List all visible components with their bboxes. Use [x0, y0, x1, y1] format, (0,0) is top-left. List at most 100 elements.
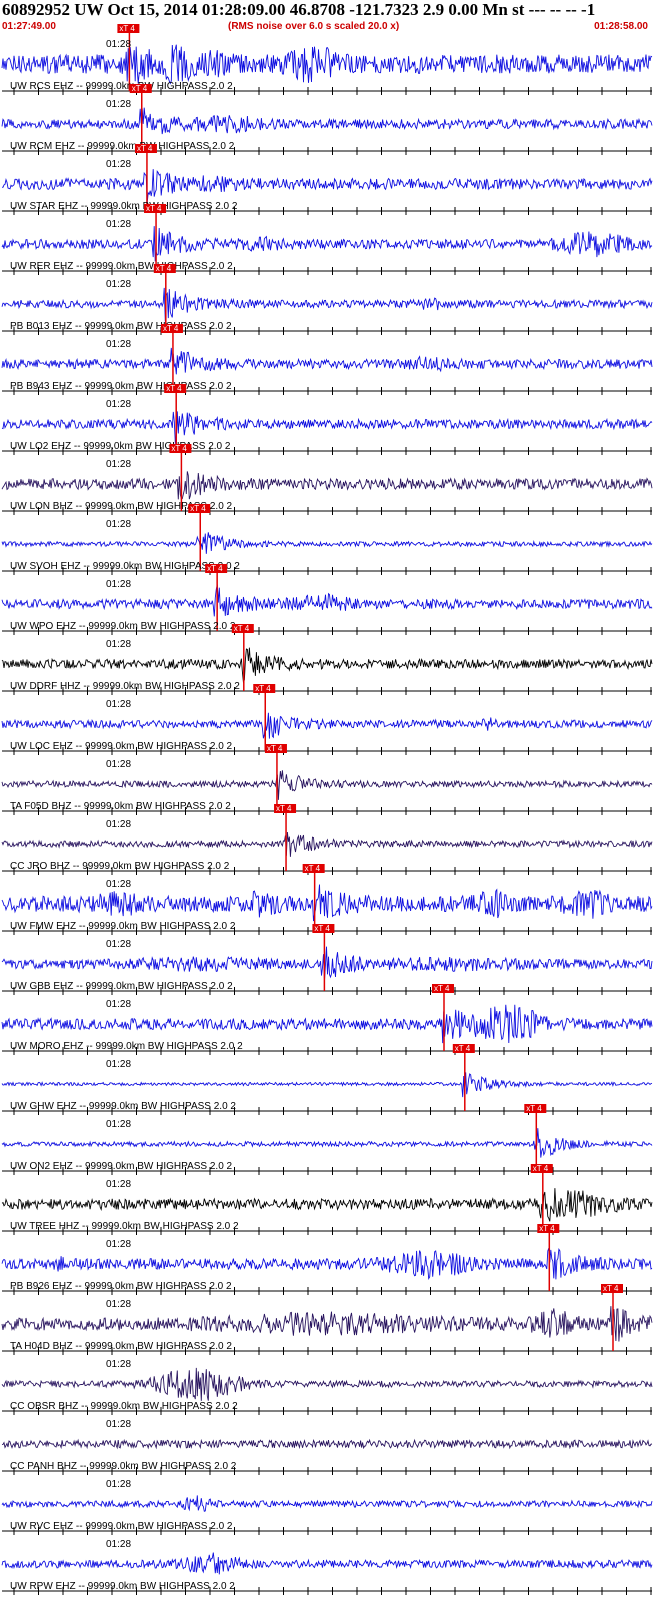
- trace-uw-ghw-ehz: xT 4 01:28 UW GHW EHZ -- 99999.0km BW HIGH…: [1, 1044, 653, 1115]
- trace-uw-ddrf-hhz: xT 4 01:28 UW DDRF HHZ -- 99999.0km BW HIG…: [1, 624, 653, 695]
- trace-label: UW ON2 EHZ -- 99999.0km BW HIGHPASS 2.0 …: [10, 1161, 233, 1172]
- pick-label: xT 4: [163, 324, 179, 333]
- trace-label: TA F05D BHZ -- 99999.0km BW HIGHPASS 2.0…: [10, 801, 231, 812]
- waveform-line: [1, 1247, 653, 1280]
- waveform-line: [1, 1552, 653, 1575]
- trace-label: UW GBB EHZ -- 99999.0km BW HIGHPASS 2.0 …: [10, 981, 233, 992]
- time-tick-label: 01:28: [106, 1479, 131, 1490]
- waveform-line: [1, 1367, 653, 1401]
- time-tick-label: 01:28: [106, 1119, 131, 1130]
- time-tick-label: 01:28: [106, 219, 131, 230]
- time-tick-label: 01:28: [106, 1539, 131, 1550]
- trace-uw-rcs-ehz: xT 4 01:28 UW RCS EHZ -- 99999.0km BW HIGH…: [1, 24, 653, 95]
- waveform-line: [1, 287, 653, 322]
- waveform-line: [1, 1004, 653, 1044]
- seismogram-chart: xT 401:28UW RCS EHZ -- 99999.0km BW HIGH…: [1, 24, 653, 1595]
- time-tick-label: 01:28: [106, 519, 131, 530]
- time-tick-label: 01:28: [106, 699, 131, 710]
- trace-label: UW MORO EHZ -- 99999.0km BW HIGHPASS 2.0…: [10, 1041, 243, 1052]
- trace-label: UW STAR EHZ -- 99999.0km BW HIGHPASS 2.0…: [10, 201, 238, 212]
- pick-label: xT 4: [132, 84, 148, 93]
- time-tick-label: 01:28: [106, 1179, 131, 1190]
- waveform-line: [1, 532, 653, 554]
- waveform-line: [1, 1306, 653, 1342]
- trace-label: UW TREE HHZ -- 99999.0km BW HIGHPASS 2.0…: [10, 1221, 239, 1232]
- waveform-line: [1, 946, 653, 981]
- pick-label: xT 4: [434, 984, 450, 993]
- pick-label: xT 4: [119, 24, 135, 33]
- pick-label: xT 4: [314, 924, 330, 933]
- trace-label: CC PANH BHZ -- 99999.0km BW HIGHPASS 2.0…: [10, 1461, 237, 1472]
- waveform-line: [1, 1438, 653, 1450]
- waveform-line: [1, 647, 653, 684]
- trace-uw-rcm-ehz: xT 401:28UW RCM EHZ -- 99999.0km BW HIGH…: [1, 84, 653, 155]
- time-tick-label: 01:28: [106, 459, 131, 470]
- time-tick-label: 01:28: [106, 999, 131, 1010]
- trace-cc-panh-bhz: 01:28 CC PANH BHZ -- 99999.0km BW HIGHPAS…: [1, 1419, 653, 1475]
- time-tick-label: 01:28: [106, 1059, 131, 1070]
- trace-cc-obsr-bhz: 01:28 CC OBSR BHZ -- 99999.0km BW HIGHPAS…: [1, 1359, 653, 1415]
- pick-label: xT 4: [255, 684, 271, 693]
- waveform-line: [1, 1188, 653, 1222]
- trace-uw-lon-bhz: xT 401:28UW LON BHZ -- 99999.0km BW HIGH…: [1, 444, 653, 515]
- time-tick-label: 01:28: [106, 399, 131, 410]
- trace-uw-wpo-ehz: xT 4 01:28 UW WPO EHZ -- 99999.0km BW HIGH…: [1, 564, 653, 635]
- trace-label: UW RPW EHZ -- 99999.0km BW HIGHPASS 2.0 …: [10, 1581, 235, 1592]
- pick-label: xT 4: [533, 1164, 549, 1173]
- pick-label: xT 4: [146, 204, 162, 213]
- trace-uw-rpw-ehz: 01:28 UW RPW EHZ -- 99999.0km BW HIGHPASS…: [1, 1539, 653, 1595]
- waveform-line: [1, 471, 653, 500]
- time-tick-label: 01:28: [106, 879, 131, 890]
- pick-label: xT 4: [156, 264, 172, 273]
- trace-label: UW RCS EHZ -- 99999.0km BW HIGHPASS 2.0 …: [10, 81, 233, 92]
- trace-pb-b943-ehz: xT 4 01:28 PB B943 EHZ -- 99999.0km BW HIG…: [1, 324, 653, 395]
- trace-uw-rvc-ehz: 01:28 UW RVC EHZ -- 99999.0km BW HIGHPASS…: [1, 1479, 653, 1535]
- trace-label: UW FMW EHZ -- 99999.0km BW HIGHPASS 2.0 …: [10, 921, 236, 932]
- pick-label: xT 4: [539, 1224, 555, 1233]
- waveform-line: [1, 884, 653, 922]
- trace-label: UW RVC EHZ -- 99999.0km BW HIGHPASS 2.0 …: [10, 1521, 233, 1532]
- trace-ta-f05d-bhz: xT 4 01:28 TA F05D BHZ -- 99999.0km BW HIG…: [1, 744, 653, 815]
- time-tick-label: 01:28: [106, 339, 131, 350]
- trace-label: CC OBSR BHZ -- 99999.0km BW HIGHPASS 2.0…: [10, 1401, 238, 1412]
- waveform-line: [1, 169, 653, 203]
- trace-label: UW DDRF HHZ -- 99999.0km BW HIGHPASS 2.0…: [10, 681, 240, 692]
- waveform-line: [1, 411, 653, 445]
- waveform-line: [1, 712, 653, 739]
- time-tick-label: 01:28: [106, 99, 131, 110]
- time-tick-label: 01:28: [106, 279, 131, 290]
- trace-uw-gbb-ehz: xT 4 01:28 UW GBB EHZ -- 99999.0km BW HIGH…: [1, 924, 653, 995]
- trace-label: UW RCM EHZ -- 99999.0km BW HIGHPASS 2.0 …: [10, 141, 235, 152]
- pick-label: xT 4: [267, 744, 283, 753]
- trace-ta-h04d-bhz: xT 4 01:28 TA H04D BHZ -- 99999.0km BW HIG…: [1, 1284, 653, 1355]
- trace-label: UW GHW EHZ -- 99999.0km BW HIGHPASS 2.0 …: [10, 1101, 236, 1112]
- trace-uw-on2-ehz: xT 4 01:28 UW ON2 EHZ -- 99999.0km BW HIGH…: [1, 1104, 653, 1175]
- trace-uw-rer-ehz: xT 4 01:28 UW RER EHZ -- 99999.0km BW HIGH…: [1, 204, 653, 275]
- trace-label: PB B013 EHZ -- 99999.0km BW HIGHPASS 2.0…: [10, 321, 232, 332]
- time-tick-label: 01:28: [106, 1299, 131, 1310]
- pick-label: xT 4: [166, 384, 182, 393]
- time-tick-label: 01:28: [106, 1359, 131, 1370]
- trace-uw-moro-ehz: xT 4 01:28 UW MORO EHZ -- 99999.0km BW HIG…: [1, 984, 653, 1055]
- waveform-line: [1, 347, 653, 375]
- waveform-line: [1, 831, 653, 857]
- trace-label: PB B926 EHZ -- 99999.0km BW HIGHPASS 2.0…: [10, 1281, 232, 1292]
- pick-label: xT 4: [137, 144, 153, 153]
- pick-label: xT 4: [207, 564, 223, 573]
- pick-label: xT 4: [305, 864, 321, 873]
- time-tick-label: 01:28: [106, 1239, 131, 1250]
- waveform-line: [1, 1128, 653, 1158]
- waveform-line: [1, 226, 653, 262]
- trace-uw-star-ehz: xT 4 01:28 UW STAR EHZ -- 99999.0km BW HIG…: [1, 144, 653, 215]
- time-tick-label: 01:28: [106, 159, 131, 170]
- pick-label: xT 4: [276, 804, 292, 813]
- trace-label: UW LOC EHZ -- 99999.0km BW HIGHPASS 2.0 …: [10, 741, 233, 752]
- pick-label: xT 4: [171, 444, 187, 453]
- trace-label: CC JRO BHZ -- 99999.0km BW HIGHPASS 2.0 …: [10, 861, 230, 872]
- trace-uw-lo2-ehz: xT 4 01:28 UW LO2 EHZ -- 99999.0km BW HIGH…: [1, 384, 653, 455]
- pick-label: xT 4: [234, 624, 250, 633]
- trace-uw-svoh-ehz: xT 401:28UW SVOH EHZ -- 99999.0km BW HIG…: [1, 504, 653, 575]
- waveform-line: [1, 1072, 653, 1098]
- pick-label: xT 4: [603, 1284, 619, 1293]
- waveform-line: [1, 44, 653, 85]
